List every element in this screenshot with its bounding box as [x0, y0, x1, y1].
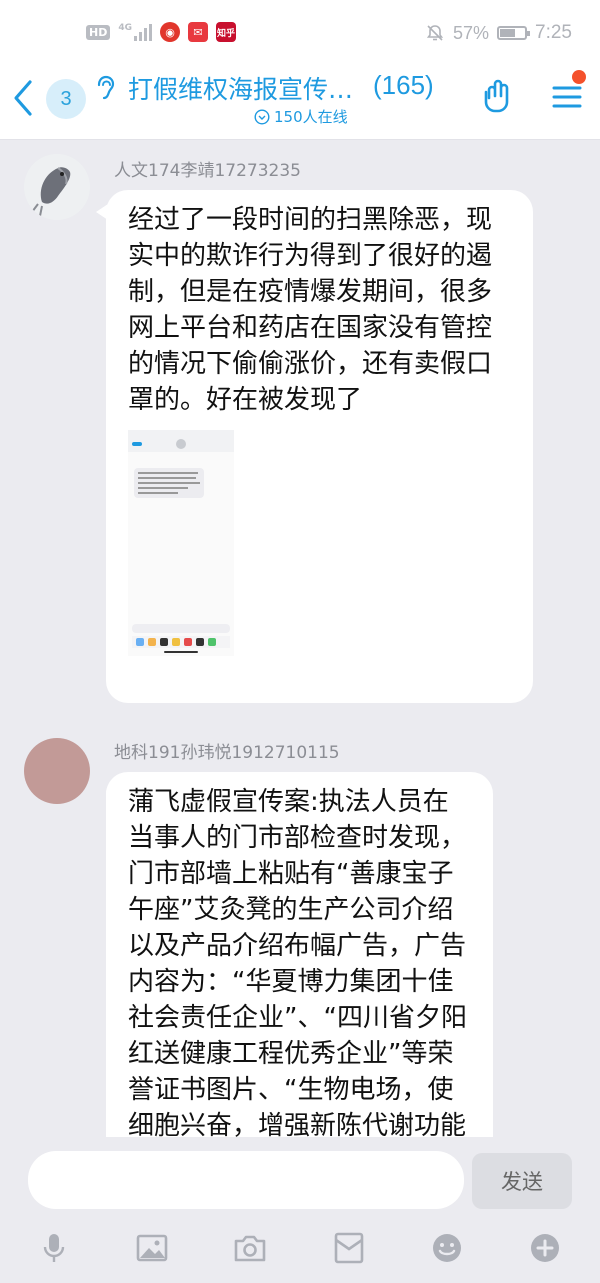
group-name: 打假维权海报宣传…	[128, 75, 354, 104]
battery-icon	[497, 26, 531, 40]
avatar[interactable]	[24, 154, 90, 220]
sender-name: 人文174李靖17273235	[114, 161, 301, 181]
message-bubble[interactable]: 蒲飞虚假宣传案:执法人员在当事人的门市部检查时发现，门市部墙上粘贴有“善康宝子午…	[106, 772, 493, 1152]
message-input[interactable]	[28, 1151, 464, 1209]
fish-avatar-image	[24, 154, 90, 220]
menu-icon[interactable]	[552, 82, 582, 112]
image-icon[interactable]	[135, 1231, 169, 1265]
zhihu-app-icon: 知乎	[216, 22, 236, 42]
battery-percent: 57%	[452, 22, 490, 43]
ear-icon[interactable]	[94, 74, 116, 104]
message-text: 蒲飞虚假宣传案:执法人员在当事人的门市部检查时发现，门市部墙上粘贴有“善康宝子午…	[128, 787, 467, 1141]
shopping-app-icon: ✉	[188, 22, 208, 42]
clock: 7:25	[535, 22, 572, 43]
red-packet-icon[interactable]	[332, 1231, 366, 1265]
message-bubble[interactable]: 经过了一段时间的扫黑除恶，现实中的欺诈行为得到了很好的遏制，但是在疫情爆发期间，…	[96, 190, 533, 703]
attached-screenshot-image[interactable]	[128, 430, 234, 656]
sender-name: 地科191孙玮悦1912710115	[114, 743, 340, 763]
mute-bell-icon	[426, 25, 444, 41]
hd-indicator: HD	[86, 24, 111, 40]
online-status[interactable]: 150人在线	[254, 106, 348, 127]
message-text: 经过了一段时间的扫黑除恶，现实中的欺诈行为得到了很好的遏制，但是在疫情爆发期间，…	[128, 205, 493, 415]
plus-icon[interactable]	[528, 1231, 562, 1265]
group-title[interactable]: 打假维权海报宣传… (165)	[128, 70, 468, 106]
member-count: (165)	[373, 70, 434, 100]
netease-music-icon: ◉	[160, 22, 180, 42]
chevron-down-circle-icon	[254, 108, 270, 125]
online-count: 150人在线	[274, 108, 348, 126]
hand-gesture-icon[interactable]	[480, 78, 514, 114]
status-bar: HD 4G ◉ ✉ 知乎 57% 7:25	[0, 0, 600, 58]
avatar[interactable]	[24, 738, 90, 804]
unread-count-badge[interactable]: 3	[46, 79, 86, 119]
emoji-icon[interactable]	[430, 1231, 464, 1265]
cellular-signal-icon: 4G	[118, 23, 152, 41]
microphone-icon[interactable]	[37, 1231, 71, 1265]
chat-header: 3 打假维权海报宣传… (165) 150人在线	[0, 58, 600, 140]
back-arrow-icon[interactable]	[6, 78, 40, 118]
camera-icon[interactable]	[233, 1231, 267, 1265]
notification-dot	[572, 70, 586, 84]
send-button[interactable]: 发送	[472, 1153, 572, 1209]
composer-bar: 发送	[0, 1137, 600, 1283]
